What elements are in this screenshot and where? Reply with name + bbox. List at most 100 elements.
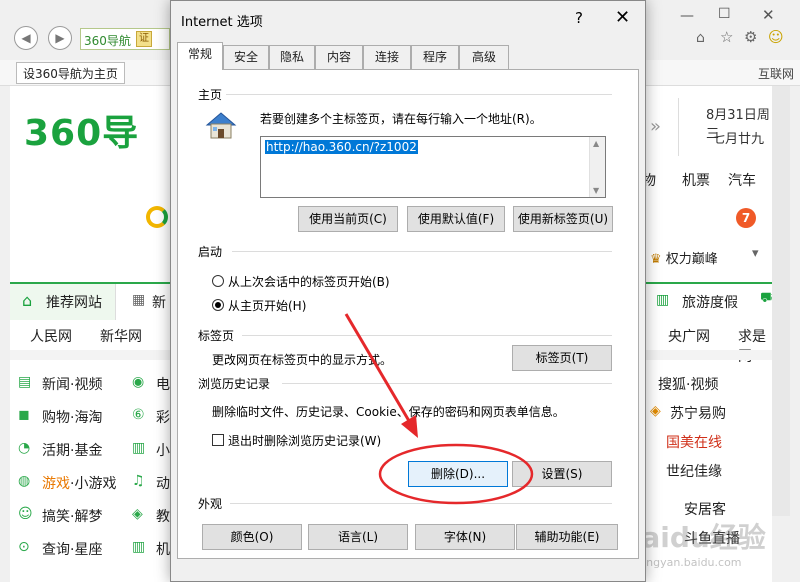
category-link[interactable]: 游戏 <box>42 473 70 493</box>
category-link[interactable]: ·小游戏 <box>70 473 116 493</box>
fonts-button[interactable]: 字体(N) <box>415 524 515 550</box>
set-homepage-button[interactable]: 设360导航为主页 <box>16 62 125 84</box>
tab-connections[interactable]: 连接 <box>363 45 411 69</box>
scroll-up-icon[interactable]: ▲ <box>593 139 599 148</box>
list-icon: ◉ <box>132 374 145 390</box>
tab-news[interactable]: 新 <box>152 292 166 312</box>
home-instruction: 若要创建多个主标签页，请在每行输入一个地址(R)。 <box>260 112 542 126</box>
tab-travel[interactable]: 旅游度假 <box>682 292 738 312</box>
category-link[interactable]: 电 <box>156 374 170 394</box>
headphones-icon: ♫ <box>132 473 145 489</box>
divider <box>226 94 612 95</box>
category-link[interactable]: 活期·基金 <box>42 440 102 460</box>
url-scrollbar[interactable]: ▲ ▼ <box>589 137 605 197</box>
tab-label: 推荐网站 <box>46 295 102 311</box>
hot-item[interactable]: ♛ 权力巅峰 <box>650 248 718 267</box>
category-link[interactable]: 动 <box>156 473 170 493</box>
star-icon[interactable]: ☆ <box>720 28 733 46</box>
tab-programs[interactable]: 程序 <box>411 45 459 69</box>
chevron-down-icon[interactable]: ▾ <box>752 246 759 261</box>
colors-button[interactable]: 颜色(O) <box>202 524 302 550</box>
category-link[interactable]: 彩 <box>156 407 170 427</box>
cert-icon[interactable]: 证 <box>136 31 152 47</box>
tabs-button[interactable]: 标签页(T) <box>512 345 612 371</box>
site-logo[interactable]: 360导 <box>24 104 139 156</box>
divider <box>678 98 679 156</box>
tab-security[interactable]: 安全 <box>223 45 269 69</box>
site-link[interactable]: 苏宁易购 <box>670 403 726 423</box>
category-link[interactable]: 小 <box>156 440 170 460</box>
book-icon: ▥ <box>656 292 670 308</box>
category-link[interactable]: 新闻·视频 <box>42 374 102 394</box>
tab-advanced[interactable]: 高级 <box>459 45 509 69</box>
forward-icon[interactable]: ▶ <box>48 26 72 50</box>
tab-recommend[interactable]: ⌂ 推荐网站 <box>10 284 116 320</box>
group-title-tabs: 标签页 <box>198 329 235 343</box>
search-logo-icon <box>146 206 168 228</box>
minimize-icon[interactable]: — <box>680 8 694 24</box>
category-link[interactable]: 机 <box>156 539 170 559</box>
languages-button[interactable]: 语言(L) <box>308 524 408 550</box>
site-link[interactable]: 国美在线 <box>666 432 722 452</box>
count-badge: 7 <box>736 208 756 228</box>
homepage-url: http://hao.360.cn/?z1002 <box>265 140 418 154</box>
delete-on-exit-label[interactable]: 退出时删除浏览历史记录(W) <box>228 432 381 449</box>
accessibility-button[interactable]: 辅助功能(E) <box>516 524 618 550</box>
use-current-button[interactable]: 使用当前页(C) <box>298 206 398 232</box>
radio-home-page-label[interactable]: 从主页开始(H) <box>228 297 306 314</box>
site-link[interactable]: 人民网 <box>30 326 72 346</box>
dialog-title: Internet 选项 <box>181 15 263 30</box>
group-title-history: 浏览历史记录 <box>198 377 271 391</box>
scroll-down-icon[interactable]: ▼ <box>593 186 599 195</box>
internet-options-dialog: Internet 选项 ? ✕ 常规 安全 隐私 内容 连接 程序 高级 主页 … <box>170 0 646 582</box>
list-icon: ◔ <box>18 440 31 456</box>
site-link[interactable]: 央广网 <box>668 326 710 346</box>
homepage-url-textarea[interactable]: http://hao.360.cn/?z1002 ▲ ▼ <box>260 136 606 198</box>
window-close-icon[interactable]: ✕ <box>762 6 775 24</box>
history-description: 删除临时文件、历史记录、Cookie、保存的密码和网页表单信息。 <box>212 405 565 419</box>
delete-on-exit-checkbox[interactable] <box>212 434 224 446</box>
site-link[interactable]: 搜狐·视频 <box>658 374 718 394</box>
smiley-icon[interactable]: ☺ <box>768 28 784 46</box>
top-link[interactable]: 机票 <box>682 170 710 190</box>
suning-icon: ◈ <box>650 403 661 419</box>
close-icon[interactable]: ✕ <box>615 7 630 28</box>
smile-icon: ☺ <box>18 506 33 522</box>
home-icon[interactable]: ⌂ <box>696 30 705 46</box>
gamepad-icon: ◍ <box>18 473 31 489</box>
settings-button[interactable]: 设置(S) <box>512 461 612 487</box>
top-link[interactable]: 汽车 <box>728 170 756 190</box>
category-link[interactable]: 查询·星座 <box>42 539 102 559</box>
house-icon <box>205 112 237 139</box>
list-icon: ◈ <box>132 506 143 522</box>
category-link[interactable]: 搞笑·解梦 <box>42 506 102 526</box>
maximize-icon[interactable]: ☐ <box>718 6 731 22</box>
tab-general[interactable]: 常规 <box>177 42 223 70</box>
back-icon[interactable]: ◀ <box>14 26 38 50</box>
site-link[interactable]: 求是网 <box>738 326 772 366</box>
news-tab-icon: ▦ <box>132 292 146 308</box>
help-icon[interactable]: ? <box>575 9 583 27</box>
tab-content[interactable]: 内容 <box>315 45 363 69</box>
fav-right-link[interactable]: 互联网 <box>758 65 794 82</box>
page-scrollbar[interactable] <box>772 86 790 516</box>
address-bar[interactable]: 360导航 证 <box>80 28 170 50</box>
site-link[interactable]: 世纪佳缘 <box>666 461 722 481</box>
category-link[interactable]: 教 <box>156 506 170 526</box>
list-icon: ▥ <box>132 440 146 456</box>
radio-last-session-label[interactable]: 从上次会话中的标签页开始(B) <box>228 273 390 290</box>
watermark-url: jingyan.baidu.com <box>640 556 742 569</box>
use-new-tab-button[interactable]: 使用新标签页(U) <box>513 206 613 232</box>
address-text: 360导航 <box>84 34 131 48</box>
search-icon: ⊙ <box>18 539 30 555</box>
list-icon: ▤ <box>18 374 32 390</box>
tab-privacy[interactable]: 隐私 <box>269 45 315 69</box>
use-default-button[interactable]: 使用默认值(F) <box>407 206 505 232</box>
gear-icon[interactable]: ⚙ <box>744 28 757 46</box>
site-link[interactable]: 新华网 <box>100 326 142 346</box>
delete-button[interactable]: 删除(D)... <box>408 461 508 487</box>
radio-last-session[interactable] <box>212 275 224 287</box>
group-title-startup: 启动 <box>198 245 223 259</box>
category-link[interactable]: 购物·海淘 <box>42 407 102 427</box>
radio-home-page[interactable] <box>212 299 224 311</box>
